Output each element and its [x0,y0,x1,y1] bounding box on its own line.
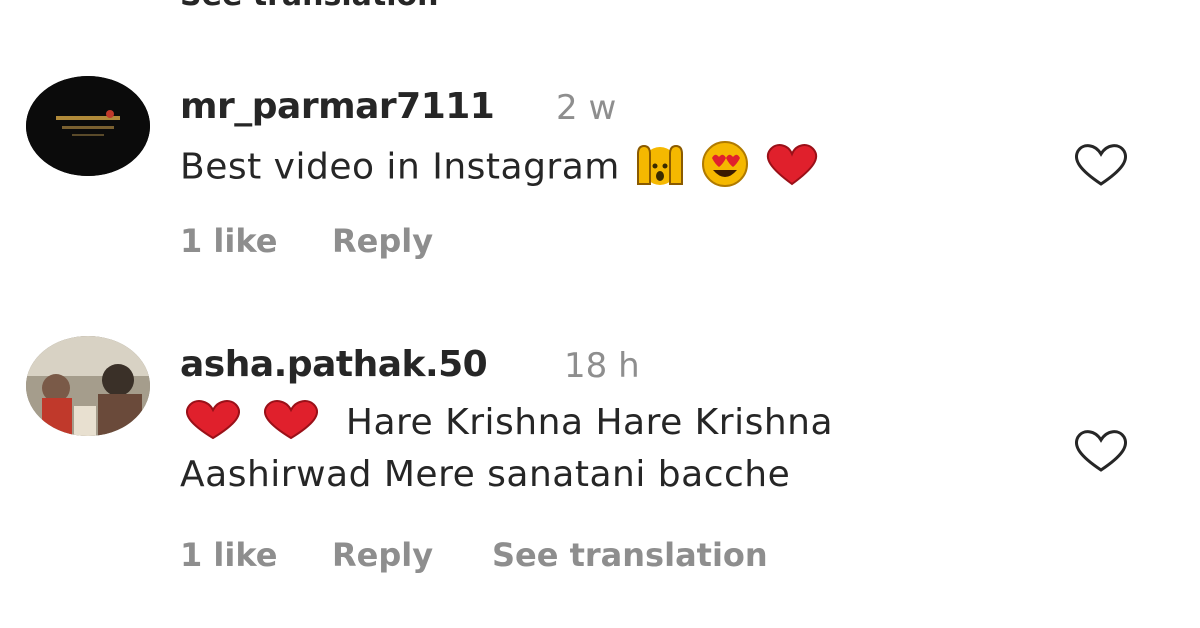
red-heart-icon [258,396,324,451]
comment-username[interactable]: mr_parmar7111 [180,86,495,127]
comment-like-count[interactable]: 1 like [180,536,277,574]
comment-username[interactable]: asha.pathak.50 [180,344,488,385]
red-heart-icon [180,396,246,451]
like-heart-icon[interactable] [1070,426,1132,478]
comment-text: Hare Krishna Hare Krishna [180,396,833,451]
comment-text-body: Best video in Instagram [180,146,620,188]
avatar[interactable] [26,336,150,436]
raising-hands-icon [632,140,688,197]
comment-text-line2: Aashirwad Mere sanatani bacche [180,454,791,495]
comment-timestamp[interactable]: 2 w [556,88,616,128]
comment-like-count[interactable]: 1 like [180,222,277,260]
like-heart-icon[interactable] [1070,140,1132,192]
see-translation-link-previous[interactable]: See translation [180,0,438,13]
reply-button[interactable]: Reply [332,536,433,574]
heart-eyes-face-icon [700,140,750,197]
see-translation-link[interactable]: See translation [492,536,768,574]
comment-text-line1: Hare Krishna Hare Krishna [345,401,834,443]
comment-timestamp[interactable]: 18 h [564,346,640,386]
red-heart-icon [762,140,822,197]
comment-text: Best video in Instagram [180,140,822,197]
avatar[interactable] [26,76,150,176]
reply-button[interactable]: Reply [332,222,433,260]
